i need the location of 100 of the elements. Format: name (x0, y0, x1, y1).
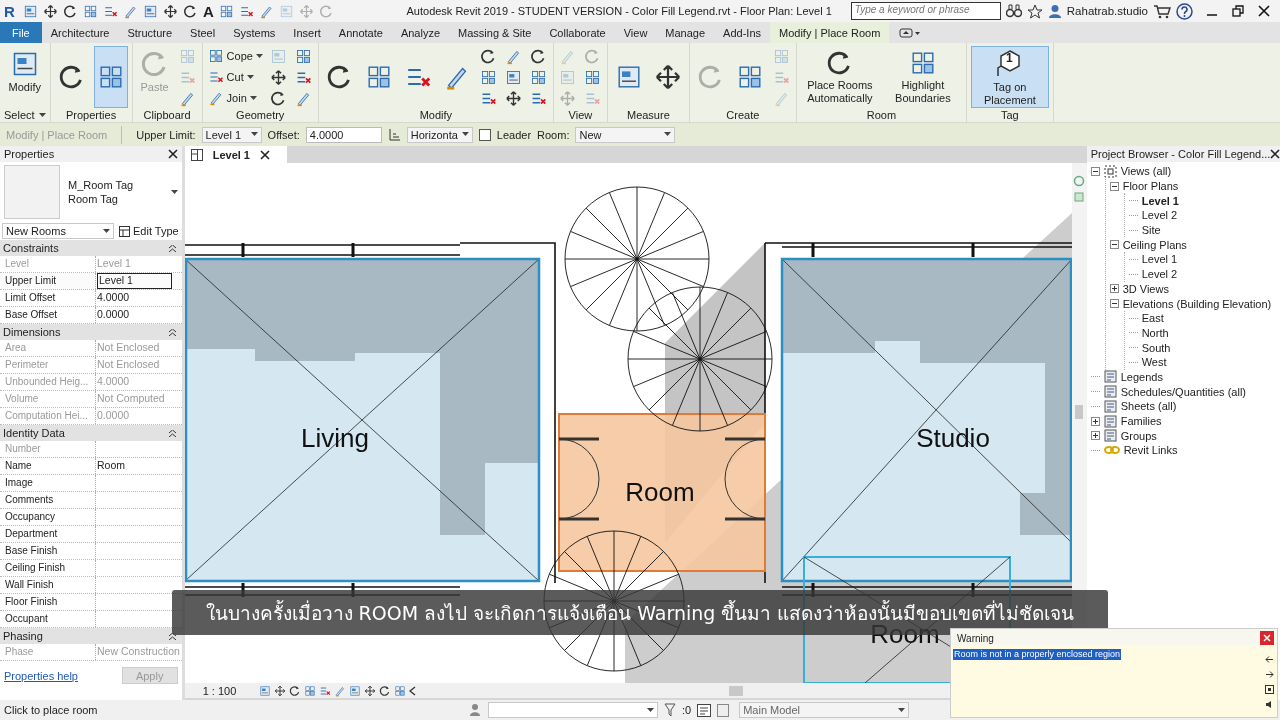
minimize-ribbon-icon[interactable] (899, 27, 922, 38)
close-icon[interactable] (1258, 5, 1270, 17)
ribbon-tab[interactable]: Massing & Site (449, 22, 541, 43)
placed-room-area[interactable] (557, 413, 766, 572)
collapse-icon[interactable] (168, 244, 176, 252)
tree-item[interactable]: Views (all) (1120, 165, 1172, 178)
expander-icon[interactable] (1109, 240, 1119, 250)
arrow-right-icon[interactable] (1265, 670, 1274, 679)
close-icon[interactable] (260, 149, 270, 160)
tree-item[interactable]: West (1141, 356, 1167, 369)
expander-icon[interactable] (1090, 416, 1100, 426)
tool-button[interactable] (93, 46, 128, 108)
binoculars-icon[interactable] (1005, 4, 1022, 18)
collapse-icon[interactable] (168, 429, 176, 437)
close-icon[interactable] (1270, 149, 1280, 159)
room-tag[interactable]: Living (300, 423, 369, 453)
expander-icon[interactable] (1090, 166, 1100, 176)
ribbon-tab[interactable]: Architecture (41, 22, 119, 43)
edit-type-button[interactable]: Edit Type (118, 224, 180, 238)
tree-item[interactable]: Level 2 (1141, 268, 1178, 281)
tree-item[interactable]: Groups (1120, 429, 1157, 442)
expand-icon[interactable] (1265, 685, 1274, 694)
tree-item[interactable]: North (1141, 326, 1169, 339)
tree-item[interactable]: Legends (1120, 370, 1163, 383)
expander-icon[interactable] (1109, 299, 1119, 309)
property-value[interactable]: Room (96, 458, 182, 474)
tool-button[interactable]: Highlight Boundaries (883, 46, 962, 108)
text-tool[interactable]: A (203, 2, 214, 20)
tool-button[interactable]: Join (206, 88, 264, 108)
ribbon-tab[interactable]: Structure (118, 22, 182, 43)
ribbon-tab[interactable]: Steel (181, 22, 225, 43)
type-selector-dropdown[interactable]: New Rooms (2, 223, 114, 239)
expander-icon[interactable] (1109, 181, 1119, 191)
tree-item[interactable]: Ceiling Plans (1122, 238, 1187, 251)
ribbon-tab[interactable]: Manage (656, 22, 715, 43)
property-value-field[interactable]: Level 1 (97, 273, 172, 289)
options-icon[interactable] (717, 703, 730, 717)
app-logo[interactable]: R (4, 2, 18, 20)
group-header[interactable]: Constraints (0, 240, 182, 256)
tree-item[interactable]: Families (1120, 415, 1162, 428)
ribbon-tab[interactable]: Modify | Place Room (770, 22, 890, 43)
ribbon-tab[interactable]: Annotate (329, 22, 392, 43)
tree-item[interactable]: 3D Views (1122, 282, 1169, 295)
tree-item[interactable]: Level 2 (1141, 209, 1178, 222)
close-icon[interactable] (167, 149, 178, 159)
expander-icon[interactable] (1090, 431, 1100, 441)
cart-icon[interactable] (1153, 3, 1171, 19)
scrollbar-thumb[interactable] (729, 685, 744, 696)
tree-item[interactable]: Revit Links (1123, 444, 1178, 457)
help-icon[interactable] (1176, 2, 1193, 20)
worksets-icon[interactable] (468, 703, 482, 717)
ribbon-tab[interactable]: Analyze (391, 22, 450, 43)
ribbon-tab[interactable]: Collaborate (540, 22, 615, 43)
collapse-icon[interactable] (168, 632, 176, 640)
scrollbar-thumb[interactable] (1075, 405, 1084, 419)
expander-icon[interactable] (1109, 284, 1119, 294)
property-value[interactable]: 4.0000 (96, 290, 182, 306)
upper-limit-dropdown[interactable]: Level 1 (201, 126, 262, 143)
tree-item[interactable]: Schedules/Quantities (all) (1120, 385, 1246, 398)
tool-button[interactable]: Cut (206, 67, 264, 87)
restore-icon[interactable] (1232, 5, 1244, 17)
group-header[interactable]: Identity Data (0, 425, 182, 441)
tree-item[interactable]: East (1141, 312, 1164, 325)
ribbon-tab[interactable]: File (0, 22, 42, 43)
room-dropdown[interactable]: New (575, 126, 676, 143)
property-value[interactable]: 0.0000 (96, 307, 182, 323)
tool-button[interactable]: Place Rooms Automatically (800, 46, 879, 108)
star-icon[interactable] (1026, 3, 1043, 19)
ribbon-tab[interactable]: Add-Ins (714, 22, 771, 43)
user-icon[interactable] (1047, 3, 1062, 19)
group-header[interactable]: Dimensions (0, 324, 182, 340)
arrow-left-icon[interactable] (1265, 655, 1274, 664)
tree-item[interactable]: Site (1141, 224, 1161, 237)
tree-item[interactable]: Level 1 (1141, 253, 1178, 266)
ribbon-tab[interactable]: Insert (284, 22, 330, 43)
user-name[interactable]: Rahatrab.studio (1066, 5, 1148, 17)
search-field[interactable]: Type a keyword or phrase (850, 2, 1001, 20)
tree-item[interactable]: Level 1 (1141, 194, 1179, 207)
room-tag[interactable]: Studio (915, 423, 990, 453)
view-scale[interactable]: 1 : 100 (202, 684, 237, 697)
room-tag[interactable]: Room (625, 477, 695, 507)
tool-button[interactable]: 1 Tag on Placement (970, 46, 1049, 108)
properties-help-link[interactable]: Properties help (4, 669, 78, 682)
orientation-dropdown[interactable]: Horizonta (406, 126, 473, 143)
offset-field[interactable]: 4.0000 (305, 126, 382, 143)
design-option-dropdown[interactable]: Main Model (739, 702, 910, 718)
ribbon-tab[interactable]: View (614, 22, 657, 43)
ribbon-tab[interactable]: Systems (224, 22, 285, 43)
design-options-icon[interactable] (697, 703, 712, 717)
filter-icon[interactable] (664, 703, 676, 717)
collapse-icon[interactable] (168, 328, 176, 336)
group-header[interactable]: Phasing (0, 628, 182, 644)
room-area[interactable] (184, 257, 540, 583)
document-tab[interactable]: Level 1 (184, 146, 287, 163)
tool-button[interactable]: Modify (4, 46, 46, 108)
tree-item[interactable]: Floor Plans (1122, 180, 1179, 193)
leader-checkbox[interactable] (478, 128, 491, 141)
tree-item[interactable]: South (1141, 341, 1171, 354)
tree-item[interactable]: Sheets (all) (1120, 400, 1177, 413)
tool-button[interactable]: Cope (206, 46, 264, 66)
